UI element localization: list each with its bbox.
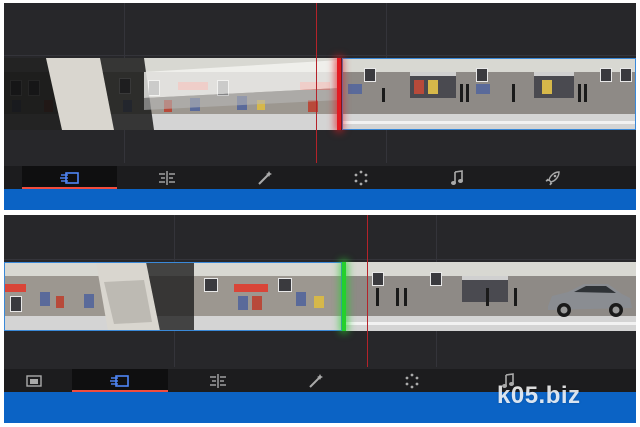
video-clip-left[interactable] [4,262,342,331]
trim-handle-red[interactable] [337,58,341,130]
tool-deliver-tab[interactable] [505,166,601,189]
music-note-icon [451,169,463,185]
grid-line [174,215,175,262]
playhead[interactable] [367,215,368,367]
tool-effects-tab[interactable] [217,166,313,189]
timeline-panel-top [4,3,636,210]
clip-thumbnail [472,58,535,130]
grid-line [436,215,437,262]
color-dots-icon [405,373,419,388]
clip-thumbnail [346,262,423,331]
cut-page-icon [59,171,79,184]
clip-thumbnail [404,58,473,130]
rocket-deliver-icon [545,170,560,185]
grid-line [386,3,387,58]
cut-page-icon [110,374,129,387]
video-track[interactable] [4,262,636,331]
grid-line [386,130,387,163]
tool-cut-tab[interactable] [72,369,168,392]
tool-cut-tab[interactable] [22,166,117,189]
video-clip-right[interactable] [346,262,636,331]
grid-line [124,130,125,163]
clip-thumbnail [274,262,342,331]
video-clip-left[interactable] [4,58,340,130]
track-divider [4,55,636,56]
clip-thumbnail [542,262,636,331]
status-bar-top [4,189,636,210]
clip-thumbnail [74,262,195,331]
watermark: k05.biz [497,382,581,409]
track-divider [4,259,636,260]
car-image [548,284,632,317]
clip-thumbnail [534,58,595,130]
tool-color-tab[interactable] [313,166,409,189]
tool-color-tab[interactable] [364,369,460,392]
clip-thumbnail [342,58,405,130]
effects-wand-icon [309,373,323,388]
tool-effects-tab[interactable] [268,369,364,392]
effects-wand-icon [258,170,272,185]
grid-line [436,331,437,367]
trim-handle-green[interactable] [342,262,346,331]
tool-audio-levels-tab[interactable] [117,166,217,189]
audio-levels-icon [159,170,175,185]
grid-line [174,331,175,367]
playhead[interactable] [316,3,317,163]
color-dots-icon [354,170,368,185]
clip-thumbnail [422,262,543,331]
video-clip-right[interactable] [342,58,636,130]
transition-overlay [4,58,340,130]
toolbar-top [4,166,636,189]
clip-thumbnail [4,262,75,331]
tool-media-pool-tab[interactable] [4,369,64,392]
tool-audio-levels-tab[interactable] [168,369,268,392]
grid-line [124,3,125,58]
video-track[interactable] [4,58,636,130]
tool-music-tab[interactable] [409,166,505,189]
clip-thumbnail [194,262,275,331]
clip-thumbnail [594,58,636,130]
audio-levels-icon [210,373,226,388]
media-pool-icon [26,374,42,387]
